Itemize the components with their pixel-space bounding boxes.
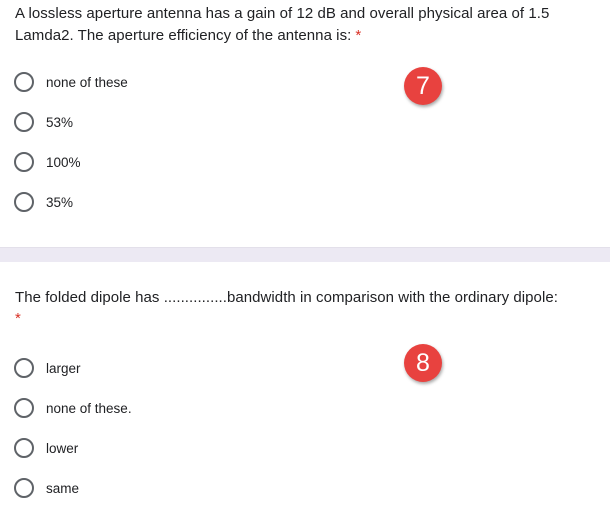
radio-unchecked-icon[interactable] xyxy=(14,72,34,92)
question-number-badge: 8 xyxy=(404,344,442,382)
question-number-badge: 7 xyxy=(404,67,442,105)
option-label: same xyxy=(46,480,80,496)
option-label: 100% xyxy=(46,154,81,170)
radio-unchecked-icon[interactable] xyxy=(14,398,34,418)
radio-unchecked-icon[interactable] xyxy=(14,192,34,212)
question-title: A lossless aperture antenna has a gain o… xyxy=(15,3,600,47)
radio-option[interactable]: none of these. xyxy=(14,396,132,420)
radio-unchecked-icon[interactable] xyxy=(14,152,34,172)
option-label: larger xyxy=(46,360,81,376)
radio-option[interactable]: lower xyxy=(14,436,78,460)
radio-option[interactable]: none of these xyxy=(14,70,128,94)
required-asterisk: * xyxy=(355,27,362,44)
option-label: none of these. xyxy=(46,400,132,416)
radio-unchecked-icon[interactable] xyxy=(14,478,34,498)
question-card-2: The folded dipole has ...............ban… xyxy=(0,262,610,520)
option-label: lower xyxy=(46,440,79,456)
option-label: 53% xyxy=(46,114,74,130)
question-card-1: A lossless aperture antenna has a gain o… xyxy=(0,0,610,247)
radio-unchecked-icon[interactable] xyxy=(14,112,34,132)
question-title: The folded dipole has ...............ban… xyxy=(15,287,600,329)
radio-option[interactable]: 53% xyxy=(14,110,73,134)
radio-option[interactable]: same xyxy=(14,476,79,500)
option-label: none of these xyxy=(46,74,128,90)
question-text: A lossless aperture antenna has a gain o… xyxy=(15,5,550,44)
question-text: The folded dipole has ...............ban… xyxy=(15,289,558,306)
radio-unchecked-icon[interactable] xyxy=(14,358,34,378)
option-label: 35% xyxy=(46,194,74,210)
radio-option[interactable]: larger xyxy=(14,356,81,380)
radio-option[interactable]: 100% xyxy=(14,150,81,174)
radio-unchecked-icon[interactable] xyxy=(14,438,34,458)
section-separator xyxy=(0,247,610,263)
radio-option[interactable]: 35% xyxy=(14,190,73,214)
required-asterisk: * xyxy=(15,310,21,327)
